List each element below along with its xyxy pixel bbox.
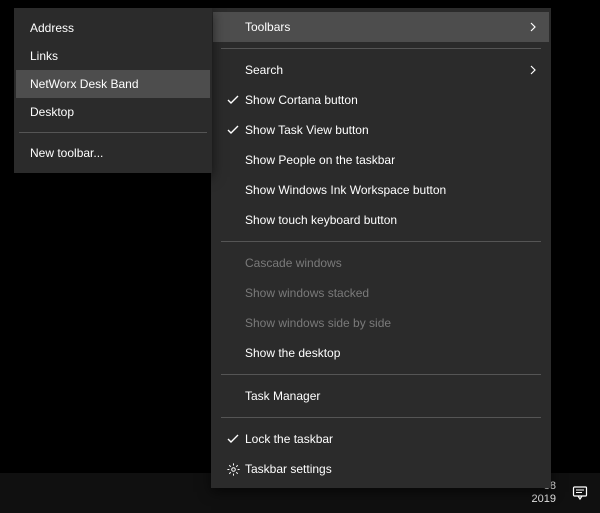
submenu-item-address[interactable]: Address (16, 14, 210, 42)
menu-item-show-desktop[interactable]: Show the desktop (213, 338, 549, 368)
menu-item-sidebyside: Show windows side by side (213, 308, 549, 338)
menu-item-cortana[interactable]: Show Cortana button (213, 85, 549, 115)
menu-item-taskview[interactable]: Show Task View button (213, 115, 549, 145)
menu-item-label: Show Cortana button (245, 93, 537, 107)
menu-item-label: Show the desktop (245, 346, 537, 360)
menu-item-label: Cascade windows (245, 256, 537, 270)
menu-item-cascade: Cascade windows (213, 248, 549, 278)
toolbars-submenu: Address Links NetWorx Desk Band Desktop … (14, 8, 212, 173)
menu-item-label: Taskbar settings (245, 462, 537, 476)
menu-separator (221, 374, 541, 375)
menu-separator (221, 241, 541, 242)
gear-icon (221, 463, 245, 476)
menu-item-label: Show Task View button (245, 123, 537, 137)
menu-item-label: Show touch keyboard button (245, 213, 537, 227)
menu-item-label: Task Manager (245, 389, 537, 403)
menu-item-label: New toolbar... (30, 146, 103, 160)
menu-separator (221, 417, 541, 418)
menu-item-stacked: Show windows stacked (213, 278, 549, 308)
submenu-item-new-toolbar[interactable]: New toolbar... (16, 139, 210, 167)
menu-item-lock-taskbar[interactable]: Lock the taskbar (213, 424, 549, 454)
menu-item-label: Show windows stacked (245, 286, 537, 300)
taskbar-context-menu: Toolbars Search Show Cortana button Show… (211, 8, 551, 488)
check-icon (221, 434, 245, 444)
submenu-item-networx[interactable]: NetWorx Desk Band (16, 70, 210, 98)
menu-item-ink[interactable]: Show Windows Ink Workspace button (213, 175, 549, 205)
menu-separator (221, 48, 541, 49)
menu-item-label: Show Windows Ink Workspace button (245, 183, 537, 197)
menu-separator (19, 132, 207, 133)
menu-item-label: Show People on the taskbar (245, 153, 537, 167)
menu-item-label: Toolbars (245, 20, 523, 34)
submenu-item-desktop[interactable]: Desktop (16, 98, 210, 126)
menu-item-label: Search (245, 63, 523, 77)
chevron-right-icon (523, 65, 537, 75)
submenu-item-links[interactable]: Links (16, 42, 210, 70)
menu-item-task-manager[interactable]: Task Manager (213, 381, 549, 411)
clock-date: 2019 (532, 493, 556, 506)
menu-item-label: Lock the taskbar (245, 432, 537, 446)
menu-item-search[interactable]: Search (213, 55, 549, 85)
action-center-icon[interactable] (568, 485, 592, 501)
menu-item-taskbar-settings[interactable]: Taskbar settings (213, 454, 549, 484)
check-icon (221, 125, 245, 135)
menu-item-label: NetWorx Desk Band (30, 77, 139, 91)
menu-item-toolbars[interactable]: Toolbars (213, 12, 549, 42)
menu-item-touchkb[interactable]: Show touch keyboard button (213, 205, 549, 235)
menu-item-label: Show windows side by side (245, 316, 537, 330)
menu-item-people[interactable]: Show People on the taskbar (213, 145, 549, 175)
menu-item-label: Desktop (30, 105, 74, 119)
menu-item-label: Links (30, 49, 58, 63)
check-icon (221, 95, 245, 105)
chevron-right-icon (523, 22, 537, 32)
menu-item-label: Address (30, 21, 74, 35)
